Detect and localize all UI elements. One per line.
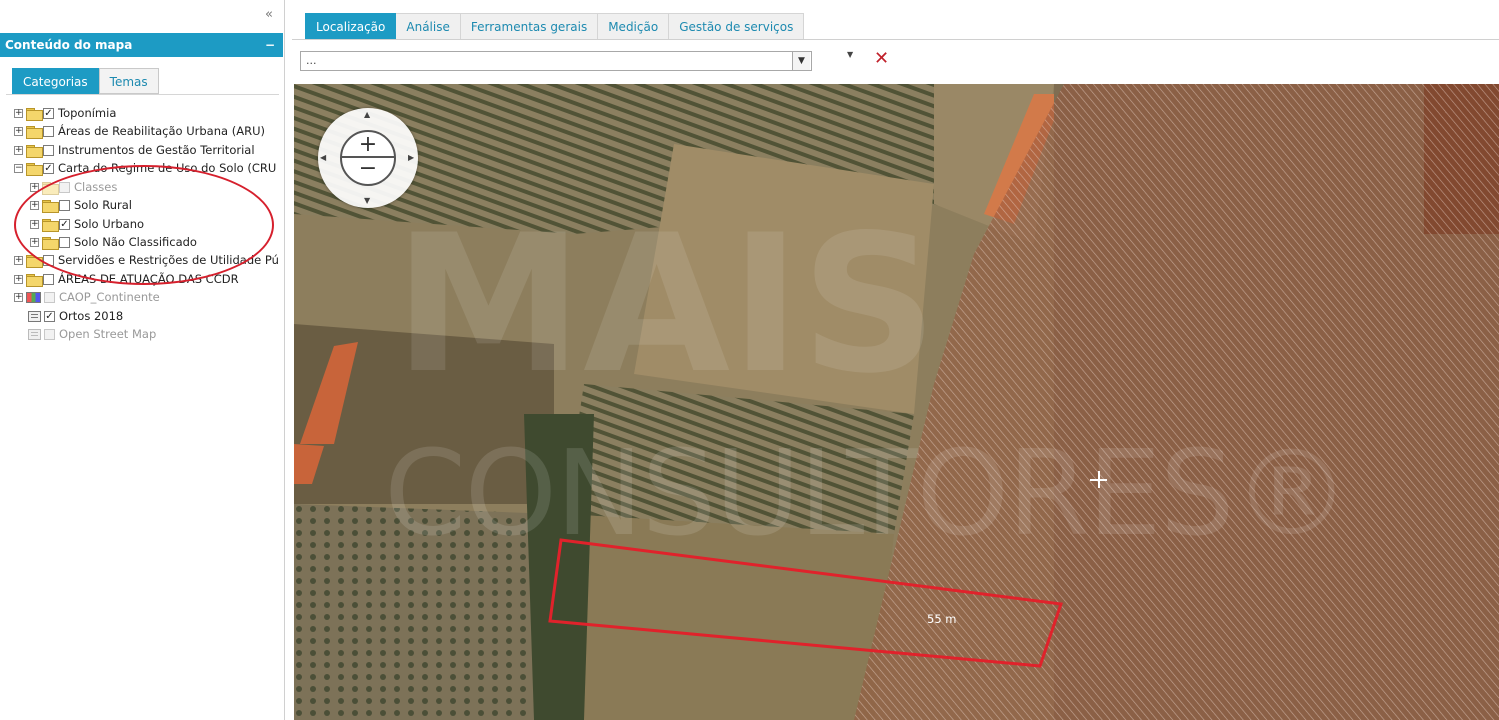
pan-east-icon[interactable]: ▶ (408, 153, 414, 162)
tree-item-caop[interactable]: + CAOP_Continente (14, 288, 160, 306)
layer-checkbox[interactable]: ✓ (43, 107, 54, 119)
folder-icon (26, 254, 43, 268)
tree-item-label: Solo Rural (74, 198, 132, 212)
layer-checkbox[interactable] (44, 328, 55, 340)
panel-header: Conteúdo do mapa − (0, 33, 283, 57)
tree-item-solo-urbano[interactable]: + ✓ Solo Urbano (30, 215, 144, 233)
expand-icon[interactable]: + (14, 255, 23, 265)
tree-item-ccdr[interactable]: + ÁREAS DE ATUAÇÃO DAS CCDR (14, 270, 239, 288)
folder-open-icon (26, 162, 43, 176)
tree-item-label: Instrumentos de Gestão Territorial (58, 143, 255, 157)
pan-west-icon[interactable]: ◀ (320, 153, 326, 162)
toolbar-tabs: Localização Análise Ferramentas gerais M… (305, 13, 805, 40)
layer-tree: + ✓ Toponímia + Áreas de Reabilitação Ur… (6, 94, 279, 714)
satellite-imagery (294, 84, 1499, 720)
layer-checkbox[interactable] (44, 291, 55, 303)
collapse-icon[interactable]: − (14, 163, 23, 173)
folder-icon (26, 125, 43, 139)
layer-checkbox[interactable] (43, 144, 54, 156)
crosshair-cursor-icon (1090, 471, 1107, 488)
tree-item-label: Open Street Map (59, 327, 157, 341)
layer-checkbox[interactable]: ✓ (59, 218, 70, 230)
tab-gestao-servicos[interactable]: Gestão de serviços (669, 13, 805, 40)
location-search-input[interactable]: ... (300, 51, 812, 71)
map-content-panel: « Conteúdo do mapa − Categorias Temas + … (0, 0, 285, 720)
folder-icon (42, 236, 59, 250)
tree-item-label: Carta do Regime de Uso do Solo (CRU (58, 161, 277, 175)
tree-item-toponimia[interactable]: + ✓ Toponímia (14, 104, 116, 122)
map-view[interactable]: MAIS CONSULTORES® ▲ ▼ ◀ ▶ + − 55 m (294, 84, 1499, 720)
tab-medicao[interactable]: Medição (598, 13, 670, 40)
layer-checkbox[interactable] (59, 199, 70, 211)
tree-item-label: Classes (74, 180, 118, 194)
chevron-down-icon[interactable]: ▼ (792, 52, 810, 70)
tree-item-servidoes[interactable]: + Servidões e Restrições de Utilidade Pú (14, 251, 279, 269)
tree-item-igt[interactable]: + Instrumentos de Gestão Territorial (14, 141, 255, 159)
folder-icon (26, 144, 43, 158)
layer-checkbox[interactable]: ✓ (44, 310, 55, 322)
zoom-control: ▲ ▼ ◀ ▶ + − (318, 108, 418, 208)
tab-temas[interactable]: Temas (98, 68, 159, 94)
folder-icon (42, 218, 59, 232)
tree-item-osm[interactable]: Open Street Map (28, 325, 156, 343)
expand-icon[interactable]: + (14, 274, 23, 284)
panel-title: Conteúdo do mapa (5, 38, 133, 52)
tree-item-classes[interactable]: + Classes (30, 178, 117, 196)
toolbar: Localização Análise Ferramentas gerais M… (292, 0, 1499, 84)
zoom-in-button[interactable]: + (342, 132, 394, 158)
tree-item-label: Servidões e Restrições de Utilidade Pú (58, 253, 279, 267)
tree-item-solo-nao-classificado[interactable]: + Solo Não Classificado (30, 233, 197, 251)
measurement-label: 55 m (927, 612, 957, 626)
divider (292, 39, 1499, 40)
expand-icon[interactable]: + (14, 292, 23, 302)
minimize-panel-icon[interactable]: − (265, 33, 275, 57)
panel-tabs: Categorias Temas (12, 68, 159, 94)
tree-item-label: Toponímia (58, 106, 117, 120)
layer-checkbox[interactable] (43, 125, 54, 137)
tree-item-label: Solo Urbano (74, 217, 145, 231)
layer-checkbox[interactable] (43, 254, 54, 266)
layer-checkbox[interactable] (59, 181, 70, 193)
legend-icon[interactable] (28, 328, 41, 340)
expand-icon[interactable]: + (30, 237, 39, 247)
tab-categorias[interactable]: Categorias (12, 68, 99, 94)
layer-checkbox[interactable] (59, 236, 70, 248)
options-caret-icon[interactable]: ▼ (847, 50, 853, 59)
pan-north-icon[interactable]: ▲ (364, 110, 370, 119)
expand-icon[interactable]: + (30, 219, 39, 229)
layer-checkbox[interactable]: ✓ (43, 162, 54, 174)
expand-icon[interactable]: + (14, 126, 23, 136)
expand-icon[interactable]: + (14, 145, 23, 155)
tree-item-aru[interactable]: + Áreas de Reabilitação Urbana (ARU) (14, 122, 265, 140)
collapse-panel-icon[interactable]: « (262, 8, 276, 22)
expand-icon[interactable]: + (30, 182, 39, 192)
pan-south-icon[interactable]: ▼ (364, 196, 370, 205)
zoom-out-button[interactable]: − (342, 158, 394, 184)
tree-item-cru[interactable]: − ✓ Carta do Regime de Uso do Solo (CRU (14, 159, 276, 177)
expand-icon[interactable]: + (30, 200, 39, 210)
zoom-buttons: + − (340, 130, 396, 186)
tree-item-label: Solo Não Classificado (74, 235, 197, 249)
expand-icon[interactable]: + (14, 108, 23, 118)
tree-item-solo-rural[interactable]: + Solo Rural (30, 196, 132, 214)
clear-icon[interactable]: ✕ (874, 49, 889, 69)
tree-item-label: ÁREAS DE ATUAÇÃO DAS CCDR (58, 272, 239, 286)
tree-item-label: CAOP_Continente (59, 290, 160, 304)
tab-localizacao[interactable]: Localização (305, 13, 397, 40)
folder-icon (26, 107, 43, 121)
folder-icon (26, 273, 43, 287)
tree-item-label: Áreas de Reabilitação Urbana (ARU) (58, 124, 265, 138)
tree-item-label: Ortos 2018 (59, 309, 124, 323)
map-layer-icon (26, 291, 41, 303)
folder-icon (42, 181, 59, 195)
tab-analise[interactable]: Análise (396, 13, 461, 40)
legend-icon[interactable] (28, 310, 41, 322)
tree-item-ortos[interactable]: ✓ Ortos 2018 (28, 307, 123, 325)
layer-checkbox[interactable] (43, 273, 54, 285)
folder-icon (42, 199, 59, 213)
tab-ferramentas-gerais[interactable]: Ferramentas gerais (460, 13, 599, 40)
